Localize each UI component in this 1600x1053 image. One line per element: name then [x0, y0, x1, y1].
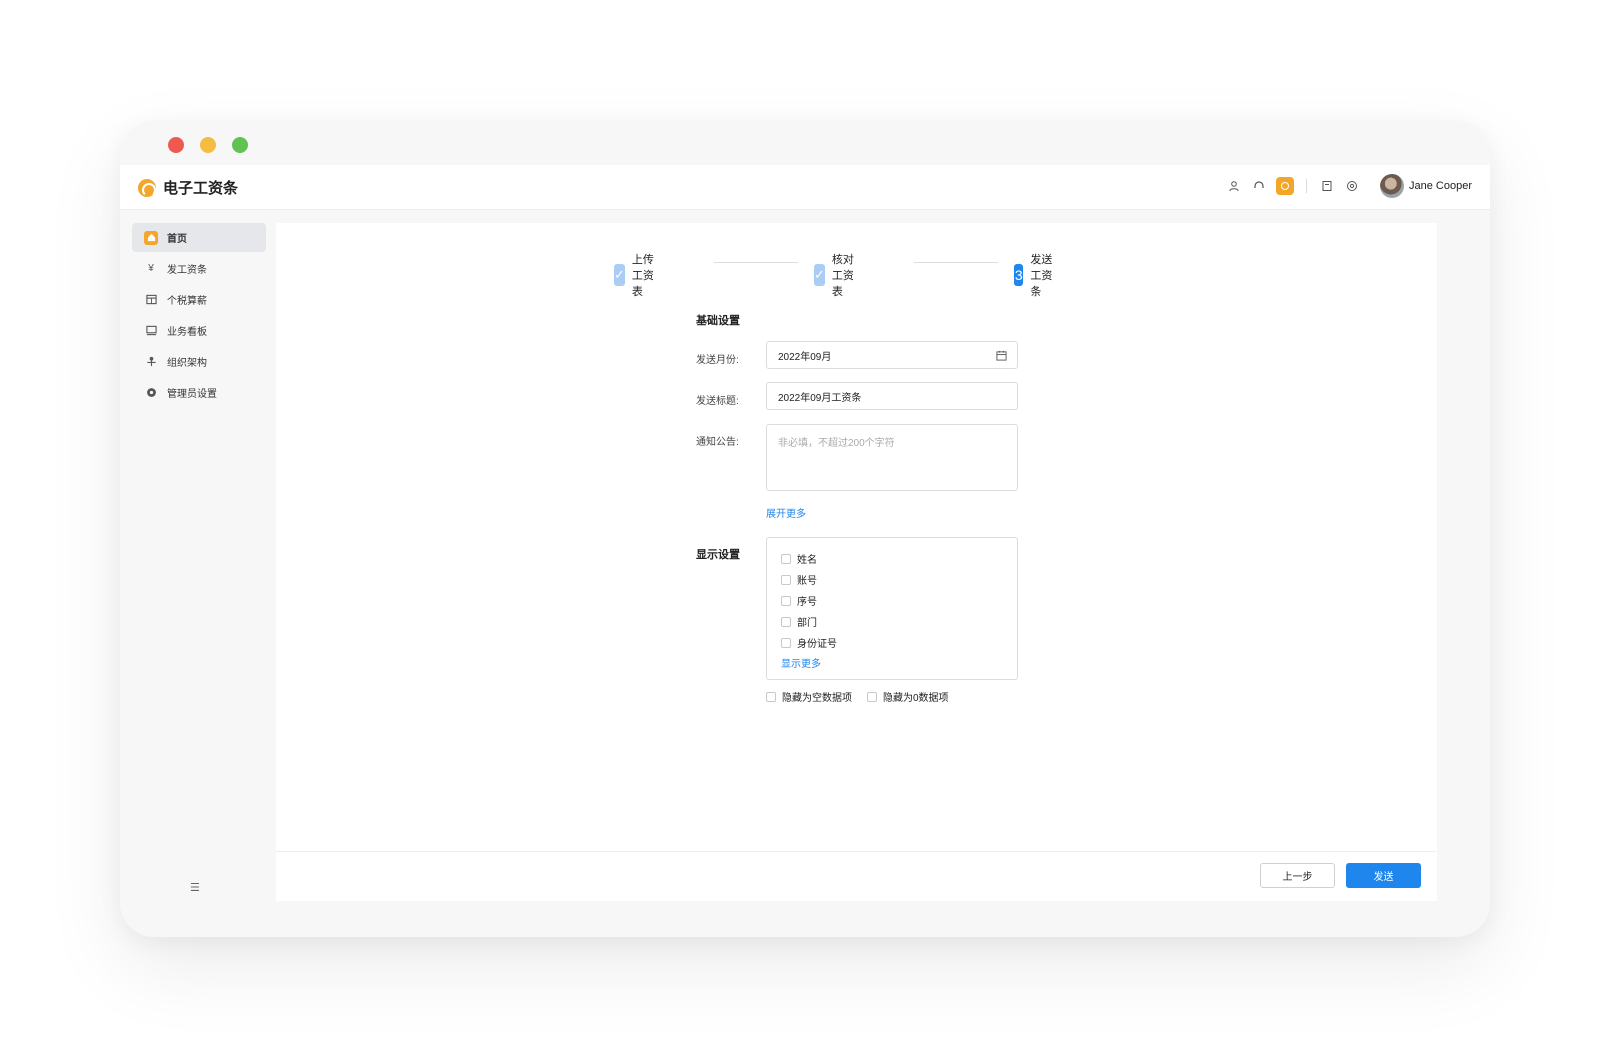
- minimize-window-button[interactable]: [200, 137, 216, 153]
- checkbox[interactable]: [867, 691, 877, 702]
- step-connector: [714, 262, 798, 263]
- check-icon: ✓: [614, 264, 625, 286]
- book-icon[interactable]: [1319, 178, 1335, 194]
- collapse-menu-icon[interactable]: ☰: [190, 881, 200, 894]
- step-upload: ✓ 上传工资表: [614, 251, 654, 299]
- sidebar: 首页 ¥ 发工资条 个税算薪 业务看板 组织架构 管理员设置: [132, 223, 266, 409]
- footer-divider: [276, 851, 1437, 852]
- month-value: 2022年09月: [778, 351, 832, 363]
- month-picker[interactable]: 2022年09月: [766, 341, 1018, 369]
- checkbox-label: 姓名: [797, 555, 817, 566]
- checkbox-label: 身份证号: [797, 639, 837, 650]
- sidebar-item-org[interactable]: 组织架构: [132, 347, 266, 376]
- checkbox[interactable]: [781, 595, 791, 606]
- checkbox-label: 序号: [797, 597, 817, 608]
- field-checkbox-account[interactable]: 账号: [781, 572, 817, 587]
- main-content: ✓ 上传工资表 ✓ 核对工资表 3 发送工资条 基础设置 发送月份: 2022年…: [276, 223, 1437, 901]
- settings-icon[interactable]: [1344, 178, 1360, 194]
- send-button[interactable]: 发送: [1346, 863, 1421, 888]
- notice-textarea[interactable]: 非必填，不超过200个字符: [766, 424, 1018, 491]
- subject-label: 发送标题:: [696, 396, 739, 407]
- top-bar: 电子工资条 Jane Cooper: [120, 165, 1490, 210]
- calendar-icon[interactable]: [996, 350, 1007, 364]
- sidebar-item-label: 发工资条: [167, 265, 207, 276]
- display-settings-title: 显示设置: [696, 549, 740, 561]
- checkbox[interactable]: [781, 637, 791, 648]
- step-label: 发送工资条: [1030, 254, 1053, 298]
- basic-settings-title: 基础设置: [696, 315, 740, 327]
- check-icon: ✓: [814, 264, 825, 286]
- subject-value: 2022年09月工资条: [778, 392, 862, 404]
- top-actions: Jane Cooper: [1217, 174, 1472, 198]
- checkbox-label: 隐藏为空数据项: [782, 693, 852, 704]
- close-window-button[interactable]: [168, 137, 184, 153]
- step-connector: [914, 262, 998, 263]
- display-fields-box: 姓名 账号 序号 部门 身份证号 显示更多: [766, 537, 1018, 680]
- field-checkbox-name[interactable]: 姓名: [781, 551, 817, 566]
- field-checkbox-serial[interactable]: 序号: [781, 593, 817, 608]
- maximize-window-button[interactable]: [232, 137, 248, 153]
- headset-icon[interactable]: [1251, 178, 1267, 194]
- hide-empty-option[interactable]: 隐藏为空数据项: [766, 689, 852, 704]
- field-checkbox-department[interactable]: 部门: [781, 614, 817, 629]
- avatar[interactable]: [1380, 174, 1404, 198]
- step-review: ✓ 核对工资表: [814, 251, 854, 299]
- window-controls: [168, 137, 248, 153]
- sidebar-item-send-payslip[interactable]: ¥ 发工资条: [132, 254, 266, 283]
- home-icon: [144, 230, 158, 245]
- show-more-link[interactable]: 显示更多: [781, 655, 821, 670]
- step-send: 3 发送工资条: [1014, 251, 1054, 299]
- calculator-icon: [144, 293, 158, 307]
- brand[interactable]: 电子工资条: [138, 177, 238, 198]
- settings-icon: [144, 386, 158, 400]
- badge-icon[interactable]: [1276, 177, 1294, 195]
- expand-more-link[interactable]: 展开更多: [766, 505, 806, 520]
- sidebar-item-admin[interactable]: 管理员设置: [132, 378, 266, 407]
- app-window: 电子工资条 Jane Cooper 首页 ¥ 发工资条 个税算薪 业务看板 组织…: [120, 121, 1490, 937]
- notice-label: 通知公告:: [696, 437, 739, 448]
- org-chart-icon: [144, 355, 158, 369]
- checkbox-label: 隐藏为0数据项: [883, 693, 949, 704]
- checkbox[interactable]: [781, 553, 791, 564]
- checkbox[interactable]: [781, 574, 791, 585]
- sidebar-item-label: 管理员设置: [167, 389, 217, 400]
- app-title: 电子工资条: [163, 180, 239, 197]
- step-label: 核对工资表: [831, 254, 854, 298]
- checkbox[interactable]: [766, 691, 776, 702]
- checkbox-label: 账号: [797, 576, 817, 587]
- user-icon[interactable]: [1226, 178, 1242, 194]
- dashboard-icon: [144, 324, 158, 338]
- previous-step-button[interactable]: 上一步: [1260, 863, 1335, 888]
- step-label: 上传工资表: [631, 254, 654, 298]
- sidebar-item-label: 组织架构: [167, 358, 207, 369]
- sidebar-item-dashboard[interactable]: 业务看板: [132, 316, 266, 345]
- sidebar-item-label: 业务看板: [167, 327, 207, 338]
- hide-zero-option[interactable]: 隐藏为0数据项: [867, 689, 949, 704]
- user-name[interactable]: Jane Cooper: [1409, 180, 1472, 192]
- step-number: 3: [1014, 264, 1024, 286]
- notice-placeholder: 非必填，不超过200个字符: [778, 438, 895, 449]
- yen-icon: ¥: [148, 263, 154, 274]
- subject-input[interactable]: 2022年09月工资条: [766, 382, 1018, 410]
- sidebar-item-label: 首页: [167, 234, 187, 245]
- sidebar-item-tax[interactable]: 个税算薪: [132, 285, 266, 314]
- field-checkbox-id-number[interactable]: 身份证号: [781, 635, 837, 650]
- checkbox[interactable]: [781, 616, 791, 627]
- app-logo-icon: [138, 178, 156, 197]
- checkbox-label: 部门: [797, 618, 817, 629]
- toolbar-divider: [1306, 179, 1307, 193]
- sidebar-item-home[interactable]: 首页: [132, 223, 266, 252]
- month-label: 发送月份:: [696, 355, 739, 366]
- sidebar-item-label: 个税算薪: [167, 296, 207, 307]
